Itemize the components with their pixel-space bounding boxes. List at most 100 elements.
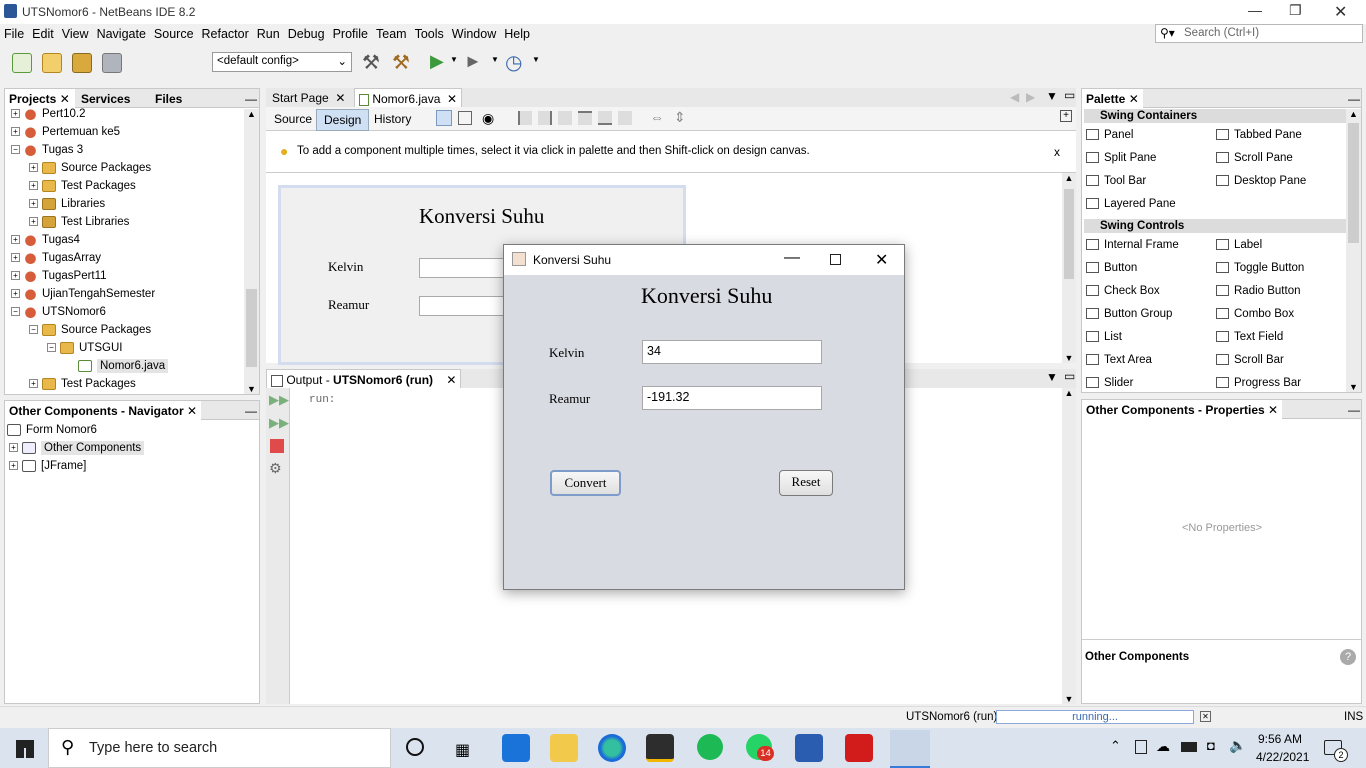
mail-app-icon[interactable] (502, 734, 530, 762)
expand-icon[interactable]: + (11, 127, 20, 137)
taskbar-search-box[interactable]: ⚲ Type here to search (48, 728, 391, 768)
profile-dropdown-icon[interactable]: ▼ (532, 55, 540, 64)
tab-list-icon[interactable]: ▼ (1046, 89, 1058, 103)
scroll-up-icon[interactable]: ▲ (244, 109, 259, 119)
wifi-icon[interactable]: ◘ (1207, 738, 1215, 753)
close-icon[interactable]: ✕ (60, 92, 70, 106)
tree-item[interactable]: + TugasArray (11, 249, 101, 267)
build-icon[interactable]: ⚒ (362, 50, 380, 75)
hint-close-button[interactable]: x (1054, 145, 1060, 159)
selection-mode-icon[interactable] (436, 110, 452, 126)
tree-item[interactable]: + Pert10.2 (11, 108, 85, 123)
tab-start-page[interactable]: Start Page ✕ (268, 88, 349, 107)
menu-view[interactable]: View (58, 24, 93, 41)
tab-output[interactable]: Output - UTSNomor6 (run) ✕ (266, 369, 462, 388)
run-icon[interactable]: ▶ (430, 51, 444, 72)
config-select[interactable]: <default config> ⌄ (212, 52, 352, 72)
scroll-up-icon[interactable]: ▲ (1062, 173, 1076, 183)
onedrive-icon[interactable]: ☁ (1156, 738, 1170, 755)
reset-button[interactable]: Reset (779, 470, 833, 496)
tab-properties[interactable]: Other Components - Properties ✕ (1082, 400, 1283, 419)
volume-icon[interactable]: 🔈 (1229, 737, 1246, 754)
mode-history[interactable]: History (374, 112, 411, 126)
minimize-icon[interactable]: — (1248, 2, 1262, 18)
expand-icon[interactable]: + (11, 289, 20, 299)
cancel-task-icon[interactable]: ✕ (1200, 711, 1211, 722)
tree-item[interactable]: + UjianTengahSemester (11, 285, 155, 303)
tree-item[interactable]: + Pertemuan ke5 (11, 123, 120, 141)
palette-item-panel[interactable]: Panel (1086, 126, 1133, 144)
projects-scrollbar[interactable]: ▲ ▼ (244, 109, 259, 394)
menu-profile[interactable]: Profile (329, 24, 372, 41)
dialog-maximize-icon[interactable] (830, 254, 841, 265)
connection-mode-icon[interactable] (458, 111, 472, 125)
vertical-resize-icon[interactable]: ⇕ (674, 109, 686, 126)
convert-button[interactable]: Convert (550, 470, 621, 496)
menu-window[interactable]: Window (448, 24, 500, 41)
scroll-up-icon[interactable]: ▲ (1346, 109, 1361, 119)
minimize-panel-icon[interactable]: — (241, 89, 261, 108)
navigator-other-components[interactable]: + Other Components (9, 439, 145, 457)
expand-icon[interactable]: + (11, 235, 20, 245)
tab-nav-left-icon[interactable]: ◀ (1010, 90, 1019, 104)
expand-icon[interactable]: − (11, 145, 20, 155)
meet-now-icon[interactable] (1135, 740, 1147, 754)
clean-build-icon[interactable]: ⚒ (392, 50, 410, 75)
menu-refactor[interactable]: Refactor (198, 24, 253, 41)
tree-item[interactable]: Nomor6.java (65, 357, 169, 375)
debug-icon[interactable]: ► (464, 51, 482, 72)
close-icon[interactable]: ✕ (187, 404, 197, 418)
stop-icon[interactable] (270, 439, 284, 453)
canvas-scrollbar[interactable]: ▲ ▼ (1062, 173, 1076, 363)
palette-scrollbar[interactable]: ▲ ▼ (1346, 109, 1361, 392)
tree-item[interactable]: + Tugas4 (11, 231, 80, 249)
center-vertical-icon[interactable] (618, 111, 632, 125)
close-icon[interactable]: ✕ (447, 92, 457, 106)
output-scrollbar[interactable]: ▲ ▼ (1062, 388, 1076, 704)
tab-services[interactable]: Services (77, 89, 134, 108)
palette-item-button-group[interactable]: Button Group (1086, 305, 1172, 323)
task-view-icon[interactable]: ▦ (455, 740, 470, 760)
edge-browser-icon[interactable] (598, 734, 626, 762)
tree-item[interactable]: + Test Packages (29, 177, 136, 195)
expand-icon[interactable]: − (11, 307, 20, 317)
add-icon[interactable]: + (1060, 110, 1072, 122)
expand-icon[interactable]: + (11, 253, 20, 263)
rerun-icon[interactable]: ▶▶ (269, 392, 289, 408)
close-icon[interactable]: ✕ (446, 373, 456, 387)
profile-icon[interactable]: ◷ (505, 50, 522, 75)
open-project-icon[interactable] (72, 53, 92, 73)
minimize-panel-icon[interactable]: — (1344, 400, 1364, 419)
close-icon[interactable]: ✕ (335, 91, 345, 105)
navigator-form-node[interactable]: Form Nomor6 (7, 421, 97, 439)
align-right-icon[interactable] (538, 111, 552, 125)
settings-icon[interactable]: ⚙ (269, 460, 282, 477)
rerun-customized-icon[interactable]: ▶▶ (269, 415, 289, 431)
help-icon[interactable]: ? (1340, 649, 1356, 665)
dialog-close-icon[interactable]: ✕ (875, 250, 888, 270)
palette-item-radio-button[interactable]: Radio Button (1216, 282, 1301, 300)
debug-dropdown-icon[interactable]: ▼ (491, 55, 499, 64)
menu-file[interactable]: File (0, 24, 28, 41)
center-horizontal-icon[interactable] (558, 111, 572, 125)
expand-icon[interactable]: − (29, 325, 38, 335)
scroll-thumb[interactable] (1348, 123, 1359, 243)
tab-nomor6-java[interactable]: Nomor6.java ✕ (354, 88, 463, 107)
tab-projects[interactable]: Projects ✕ (5, 89, 75, 108)
expand-icon[interactable]: + (29, 181, 38, 191)
align-bottom-icon[interactable] (598, 111, 612, 125)
expand-icon[interactable]: + (11, 109, 20, 119)
palette-item-toggle-button[interactable]: Toggle Button (1216, 259, 1304, 277)
tab-nav-right-icon[interactable]: ▶ (1026, 90, 1035, 104)
align-top-icon[interactable] (578, 111, 592, 125)
run-dropdown-icon[interactable]: ▼ (450, 55, 458, 64)
tab-palette[interactable]: Palette ✕ (1082, 89, 1143, 108)
start-button-icon[interactable] (16, 740, 34, 758)
battery-icon[interactable] (1181, 742, 1197, 752)
palette-section-swing-controls[interactable]: Swing Controls (1084, 219, 1346, 233)
tree-item[interactable]: − Tugas 3 (11, 141, 83, 159)
palette-item-button[interactable]: Button (1086, 259, 1137, 277)
scroll-down-icon[interactable]: ▼ (1346, 382, 1361, 392)
expand-icon[interactable]: + (29, 217, 38, 227)
kelvin-input[interactable]: 34 (642, 340, 822, 364)
